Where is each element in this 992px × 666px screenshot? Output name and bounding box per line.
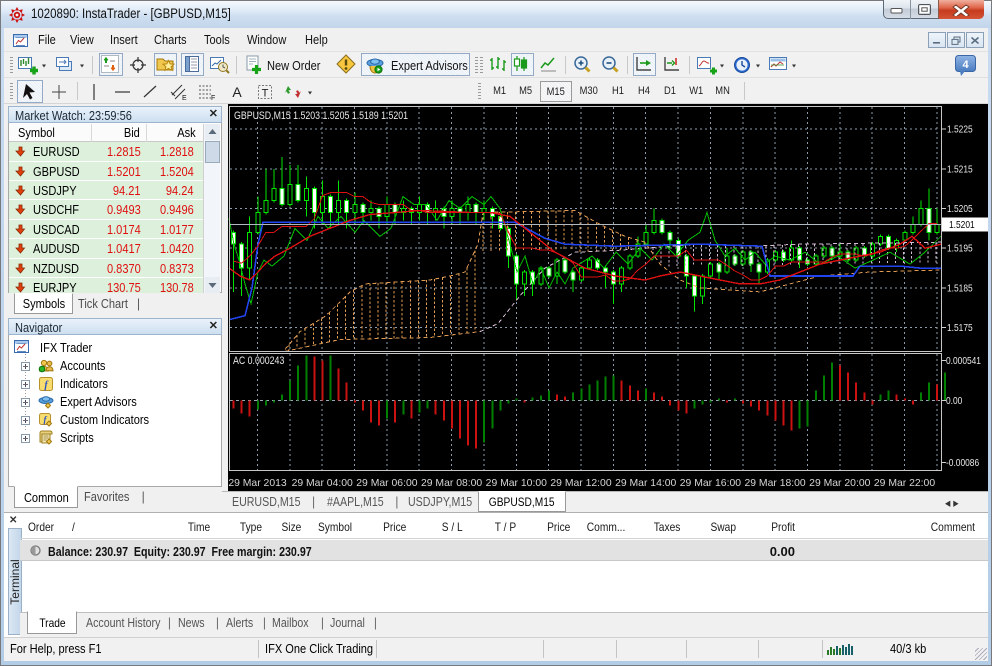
svg-text:29 Mar 12:00: 29 Mar 12:00	[550, 478, 611, 489]
svg-text:A: A	[232, 84, 242, 100]
svg-text:29 Mar 2013: 29 Mar 2013	[228, 478, 287, 489]
svg-text:29 Mar 16:00: 29 Mar 16:00	[680, 478, 741, 489]
svg-text:29 Mar 08:00: 29 Mar 08:00	[421, 478, 482, 489]
svg-text:29 Mar 18:00: 29 Mar 18:00	[744, 478, 805, 489]
svg-text:29 Mar 10:00: 29 Mar 10:00	[486, 478, 547, 489]
svg-text:1.5225: 1.5225	[947, 124, 973, 135]
svg-text:29 Mar 04:00: 29 Mar 04:00	[292, 478, 353, 489]
svg-text:1.5201: 1.5201	[949, 219, 975, 230]
svg-text:1.5185: 1.5185	[947, 283, 973, 294]
svg-text:GBPUSD,M15 1.5203 1.5205 1.51: GBPUSD,M15 1.5203 1.5205 1.5189 1.5201	[234, 110, 408, 122]
svg-text:29 Mar 22:00: 29 Mar 22:00	[874, 478, 935, 489]
svg-text:4: 4	[962, 59, 969, 71]
svg-text:1.5215: 1.5215	[947, 164, 973, 175]
svg-text:0.000541: 0.000541	[946, 355, 981, 366]
svg-text:T: T	[262, 88, 269, 100]
svg-text:F: F	[211, 95, 215, 101]
svg-text:29 Mar 20:00: 29 Mar 20:00	[809, 478, 870, 489]
svg-text:29 Mar 06:00: 29 Mar 06:00	[356, 478, 417, 489]
svg-text:-0.00086: -0.00086	[946, 457, 979, 468]
svg-text:AC 0.000243: AC 0.000243	[233, 355, 285, 367]
svg-text:1.5175: 1.5175	[947, 322, 973, 333]
svg-text:1.5195: 1.5195	[947, 243, 973, 254]
svg-text:E: E	[182, 95, 187, 101]
svg-text:1.5205: 1.5205	[947, 203, 973, 214]
svg-text:0.00: 0.00	[946, 395, 962, 406]
svg-text:29 Mar 14:00: 29 Mar 14:00	[615, 478, 676, 489]
